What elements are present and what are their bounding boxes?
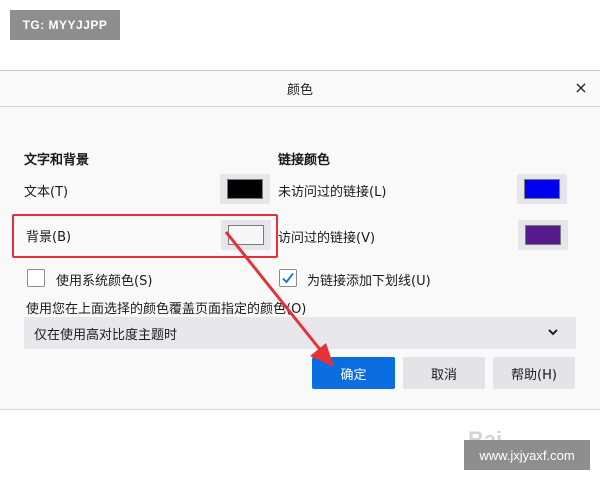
underline-links-checkbox[interactable] [279,269,297,287]
unvisited-link-label: 未访问过的链接(L) [278,185,387,200]
help-button[interactable]: 帮助(H) [493,357,575,389]
checkmark-icon [282,272,294,284]
use-system-colors-checkbox[interactable] [27,269,45,287]
unvisited-link-color-button[interactable] [517,174,567,204]
cancel-button[interactable]: 取消 [403,357,485,389]
text-color-swatch [227,179,263,199]
visited-link-color-button[interactable] [518,220,568,250]
tg-watermark-badge: TG: MYYJJPP [10,10,120,40]
visited-link-label: 访问过的链接(V) [278,231,376,246]
background-color-button[interactable] [221,220,271,250]
use-system-colors-label: 使用系统颜色(S) [56,274,153,289]
background-color-swatch [228,225,264,245]
chevron-down-icon [548,329,558,336]
dialog-title: 颜色 [286,83,313,98]
text-background-heading: 文字和背景 [24,153,90,168]
override-colors-value: 仅在使用高对比度主题时 [34,327,178,343]
ok-button[interactable]: 确定 [312,357,395,389]
override-colors-label: 使用您在上面选择的颜色覆盖页面指定的颜色(O) [26,302,307,317]
override-colors-select[interactable]: 仅在使用高对比度主题时 [24,317,576,349]
close-icon[interactable]: × [572,79,590,97]
site-watermark-badge: www.jxjyaxf.com [464,440,590,470]
link-colors-heading: 链接颜色 [278,153,331,168]
dialog-titlebar: 颜色 × [0,71,600,107]
text-color-label: 文本(T) [24,185,69,200]
background-color-label: 背景(B) [26,230,72,245]
underline-links-label: 为链接添加下划线(U) [307,274,431,289]
visited-link-color-swatch [525,225,561,245]
text-color-button[interactable] [220,174,270,204]
unvisited-link-color-swatch [524,179,560,199]
color-dialog: 颜色 × 文字和背景 文本(T) 背景(B) 链接颜色 未访问过的链接(L) 访… [0,70,600,452]
